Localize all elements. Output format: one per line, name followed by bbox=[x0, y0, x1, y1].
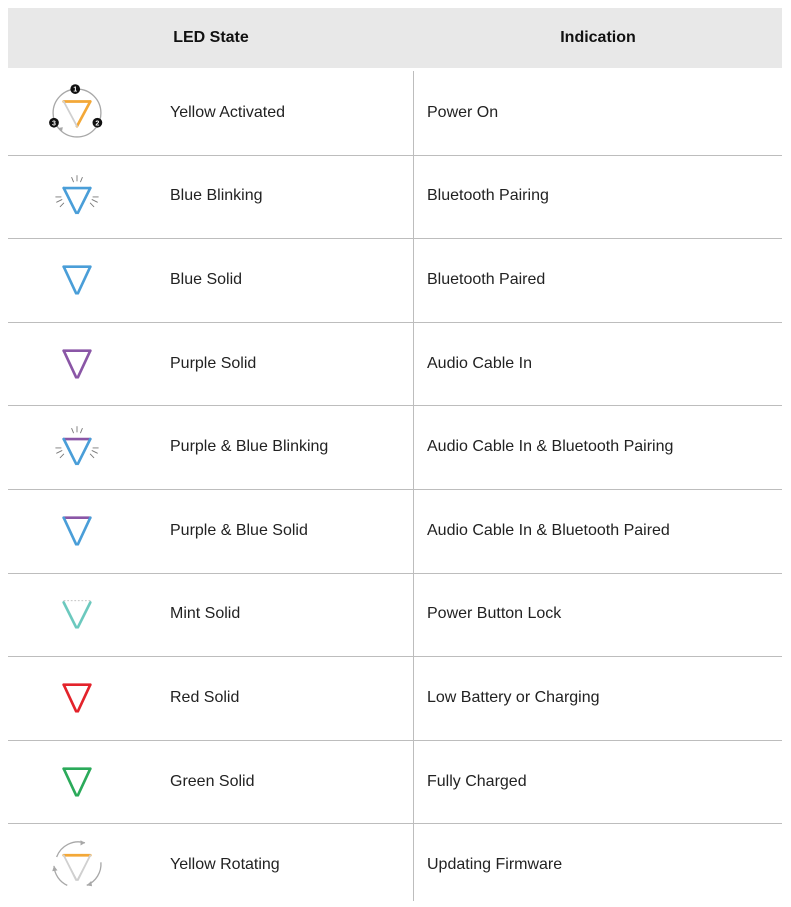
indication-label: Bluetooth Pairing bbox=[427, 187, 549, 205]
indication-label: Audio Cable In bbox=[427, 354, 532, 372]
purple-solid-icon bbox=[62, 348, 92, 379]
table-row: Red Solid Low Battery or Charging bbox=[8, 656, 782, 740]
blue-solid-icon bbox=[62, 265, 92, 295]
table-row: Purple & Blue Solid Audio Cable In & Blu… bbox=[8, 489, 782, 573]
led-state-label: Red Solid bbox=[170, 688, 240, 706]
indication-label: Updating Firmware bbox=[427, 856, 563, 874]
sequence-number-3: 3 bbox=[52, 119, 56, 127]
led-state-label: Green Solid bbox=[170, 772, 255, 790]
led-state-label: Yellow Activated bbox=[170, 103, 286, 121]
table-row: Purple Solid Audio Cable In bbox=[8, 322, 782, 406]
green-solid-icon bbox=[62, 766, 92, 797]
table-row: Purple & Blue Blinking Audio Cable In & … bbox=[8, 405, 782, 489]
header-led-state: LED State bbox=[173, 29, 249, 46]
led-state-label: Purple Solid bbox=[170, 354, 257, 372]
indication-label: Bluetooth Paired bbox=[427, 270, 546, 288]
table-row: Yellow Rotating Updating Firmware bbox=[8, 823, 782, 907]
led-state-label: Purple & Blue Blinking bbox=[170, 438, 329, 456]
table-row: Blue Solid Bluetooth Paired bbox=[8, 238, 782, 322]
indication-label: Audio Cable In & Bluetooth Pairing bbox=[427, 438, 674, 456]
table-header: LED State Indication bbox=[8, 8, 782, 68]
led-state-label: Yellow Rotating bbox=[170, 856, 280, 874]
table-row: 1 2 3 Yellow Activated Power On bbox=[8, 71, 782, 155]
led-state-label: Blue Blinking bbox=[170, 187, 263, 205]
sequence-number-2: 2 bbox=[95, 119, 99, 127]
indication-label: Fully Charged bbox=[427, 772, 527, 790]
header-indication: Indication bbox=[560, 29, 636, 46]
mint-solid-icon bbox=[62, 600, 92, 630]
sequence-number-1: 1 bbox=[73, 86, 77, 94]
led-state-label: Purple & Blue Solid bbox=[170, 521, 308, 539]
table-row: Blue Blinking Bluetooth Pairing bbox=[8, 155, 782, 239]
indication-label: Power On bbox=[427, 103, 499, 121]
led-state-label: Blue Solid bbox=[170, 270, 243, 288]
indication-label: Audio Cable In & Bluetooth Paired bbox=[427, 521, 670, 539]
led-state-table: LED State Indication 1 2 3 Yellow Activa… bbox=[8, 8, 782, 901]
table-row: Green Solid Fully Charged bbox=[8, 740, 782, 824]
yellow-activated-sequence-icon: 1 2 3 bbox=[49, 84, 103, 138]
red-solid-icon bbox=[62, 683, 92, 713]
yellow-rotating-icon bbox=[52, 840, 102, 887]
led-state-label: Mint Solid bbox=[170, 605, 241, 623]
indication-label: Power Button Lock bbox=[427, 605, 562, 623]
table-row: Mint Solid Power Button Lock bbox=[8, 573, 782, 657]
blue-blinking-icon bbox=[55, 175, 99, 215]
purple-blue-blinking-icon bbox=[55, 426, 99, 466]
purple-blue-solid-icon bbox=[62, 516, 92, 546]
indication-label: Low Battery or Charging bbox=[427, 688, 600, 706]
